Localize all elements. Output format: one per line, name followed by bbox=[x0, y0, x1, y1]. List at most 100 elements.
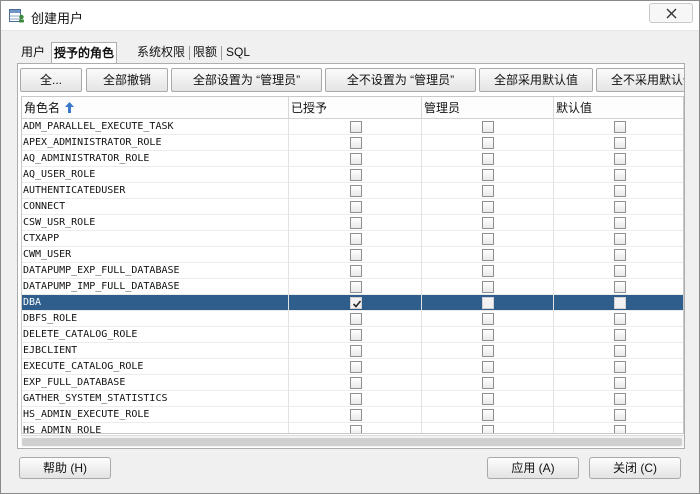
tab-quotas[interactable]: 限额 bbox=[191, 43, 219, 63]
admin-checkbox[interactable] bbox=[482, 153, 494, 165]
default-checkbox[interactable] bbox=[613, 137, 626, 149]
default-checkbox[interactable] bbox=[613, 153, 626, 165]
table-row[interactable]: ADM_PARALLEL_EXECUTE_TASK bbox=[22, 119, 683, 135]
granted-checkbox[interactable] bbox=[349, 265, 362, 277]
granted-checkbox[interactable] bbox=[349, 233, 362, 245]
column-header-admin[interactable]: 管理员 bbox=[422, 97, 554, 119]
close-button[interactable]: 关闭 (C) bbox=[589, 457, 681, 479]
default-checkbox[interactable] bbox=[613, 361, 626, 373]
no-default-all-button[interactable]: 全不采用默认值 bbox=[596, 68, 684, 92]
admin-checkbox[interactable] bbox=[482, 361, 494, 373]
default-checkbox[interactable] bbox=[613, 409, 626, 421]
table-row[interactable]: AQ_ADMINISTRATOR_ROLE bbox=[22, 151, 683, 167]
apply-button[interactable]: 应用 (A) bbox=[487, 457, 579, 479]
granted-checkbox[interactable] bbox=[349, 345, 362, 357]
table-row[interactable]: DBA bbox=[22, 295, 683, 311]
admin-checkbox[interactable] bbox=[482, 249, 494, 261]
default-checkbox[interactable] bbox=[613, 169, 626, 181]
admin-checkbox[interactable] bbox=[482, 393, 494, 405]
tab-granted-roles[interactable]: 授予的角色 bbox=[51, 42, 118, 64]
granted-checkbox[interactable] bbox=[349, 425, 362, 433]
default-checkbox[interactable] bbox=[613, 249, 626, 261]
default-checkbox[interactable] bbox=[613, 329, 626, 341]
close-window-button[interactable] bbox=[649, 3, 693, 23]
default-checkbox[interactable] bbox=[613, 201, 626, 213]
horizontal-scrollbar[interactable] bbox=[21, 435, 684, 447]
admin-checkbox[interactable] bbox=[482, 265, 494, 277]
granted-checkbox[interactable] bbox=[349, 377, 362, 389]
scrollbar-thumb[interactable] bbox=[22, 438, 682, 446]
table-row[interactable]: CTXAPP bbox=[22, 231, 683, 247]
admin-checkbox[interactable] bbox=[482, 121, 494, 133]
column-header-role-name[interactable]: 角色名 bbox=[22, 97, 289, 119]
default-checkbox[interactable] bbox=[613, 121, 626, 133]
granted-checkbox[interactable] bbox=[349, 393, 362, 405]
default-checkbox[interactable] bbox=[613, 345, 626, 357]
admin-checkbox[interactable] bbox=[482, 313, 494, 325]
default-checkbox[interactable] bbox=[613, 281, 626, 293]
granted-checkbox[interactable] bbox=[349, 137, 362, 149]
granted-checkbox[interactable] bbox=[349, 169, 362, 181]
granted-checkbox[interactable] bbox=[349, 217, 362, 229]
tab-user[interactable]: 用户 bbox=[19, 43, 47, 63]
granted-checkbox[interactable] bbox=[349, 201, 362, 213]
table-row[interactable]: AQ_USER_ROLE bbox=[22, 167, 683, 183]
admin-checkbox[interactable] bbox=[482, 345, 494, 357]
admin-checkbox[interactable] bbox=[482, 185, 494, 197]
admin-checkbox[interactable] bbox=[482, 201, 494, 213]
granted-checkbox[interactable] bbox=[349, 121, 362, 133]
granted-checkbox[interactable] bbox=[349, 185, 362, 197]
admin-checkbox[interactable] bbox=[482, 169, 494, 181]
table-row[interactable]: DELETE_CATALOG_ROLE bbox=[22, 327, 683, 343]
admin-checkbox[interactable] bbox=[482, 233, 494, 245]
admin-checkbox[interactable] bbox=[482, 377, 494, 389]
column-header-default[interactable]: 默认值 bbox=[554, 97, 683, 119]
granted-checkbox[interactable] bbox=[349, 313, 362, 325]
table-row[interactable]: APEX_ADMINISTRATOR_ROLE bbox=[22, 135, 683, 151]
admin-checkbox[interactable] bbox=[482, 137, 494, 149]
granted-checkbox[interactable] bbox=[349, 329, 362, 341]
default-checkbox[interactable] bbox=[613, 233, 626, 245]
default-checkbox[interactable] bbox=[613, 393, 626, 405]
default-checkbox[interactable] bbox=[613, 265, 626, 277]
default-all-button[interactable]: 全部采用默认值 bbox=[479, 68, 593, 92]
column-header-granted[interactable]: 已授予 bbox=[289, 97, 422, 119]
table-row[interactable]: HS_ADMIN_EXECUTE_ROLE bbox=[22, 407, 683, 423]
admin-checkbox[interactable] bbox=[482, 425, 494, 433]
tab-system-privileges[interactable]: 系统权限 bbox=[135, 43, 187, 63]
default-checkbox[interactable] bbox=[613, 425, 626, 433]
admin-checkbox[interactable] bbox=[482, 281, 494, 293]
table-row[interactable]: CWM_USER bbox=[22, 247, 683, 263]
granted-checkbox[interactable] bbox=[349, 281, 362, 293]
table-row[interactable]: AUTHENTICATEDUSER bbox=[22, 183, 683, 199]
default-checkbox[interactable] bbox=[613, 377, 626, 389]
table-row[interactable]: DATAPUMP_IMP_FULL_DATABASE bbox=[22, 279, 683, 295]
table-row[interactable]: DBFS_ROLE bbox=[22, 311, 683, 327]
granted-checkbox[interactable] bbox=[349, 409, 362, 421]
table-row[interactable]: CONNECT bbox=[22, 199, 683, 215]
table-row[interactable]: EJBCLIENT bbox=[22, 343, 683, 359]
admin-checkbox[interactable] bbox=[482, 329, 494, 341]
granted-checkbox[interactable] bbox=[349, 153, 362, 165]
default-checkbox[interactable] bbox=[613, 185, 626, 197]
revoke-all-button[interactable]: 全部撤销 bbox=[86, 68, 168, 92]
granted-checkbox[interactable] bbox=[349, 297, 362, 309]
admin-checkbox[interactable] bbox=[482, 217, 494, 229]
table-row[interactable]: DATAPUMP_EXP_FULL_DATABASE bbox=[22, 263, 683, 279]
granted-checkbox[interactable] bbox=[349, 361, 362, 373]
table-row[interactable]: EXECUTE_CATALOG_ROLE bbox=[22, 359, 683, 375]
unset-all-admin-button[interactable]: 全不设置为 “管理员” bbox=[325, 68, 476, 92]
table-row[interactable]: CSW_USR_ROLE bbox=[22, 215, 683, 231]
table-row[interactable]: GATHER_SYSTEM_STATISTICS bbox=[22, 391, 683, 407]
table-row[interactable]: EXP_FULL_DATABASE bbox=[22, 375, 683, 391]
admin-checkbox[interactable] bbox=[482, 409, 494, 421]
default-checkbox[interactable] bbox=[613, 297, 626, 309]
granted-checkbox[interactable] bbox=[349, 249, 362, 261]
grant-all-button[interactable]: 全... bbox=[20, 68, 82, 92]
admin-checkbox[interactable] bbox=[482, 297, 494, 309]
help-button[interactable]: 帮助 (H) bbox=[19, 457, 111, 479]
set-all-admin-button[interactable]: 全部设置为 “管理员” bbox=[171, 68, 322, 92]
default-checkbox[interactable] bbox=[613, 313, 626, 325]
table-row[interactable]: HS_ADMIN_ROLE bbox=[22, 423, 683, 433]
tab-sql[interactable]: SQL bbox=[224, 43, 252, 63]
